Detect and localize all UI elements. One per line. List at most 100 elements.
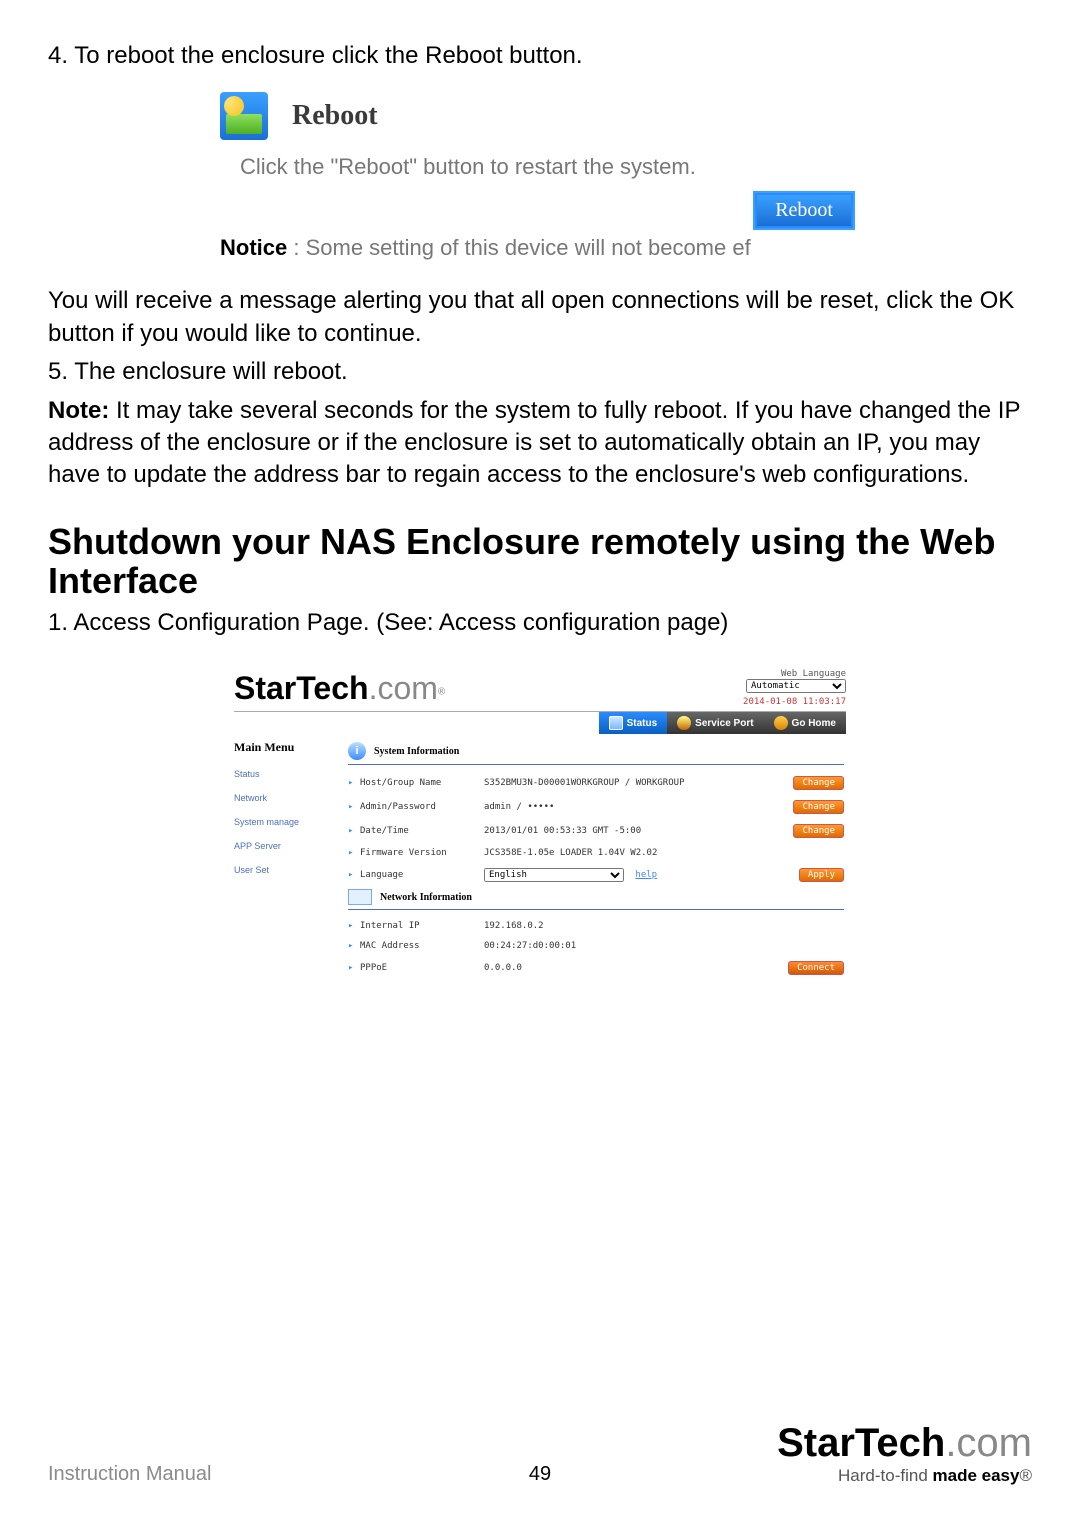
sidebar-item-user-set[interactable]: User Set	[234, 865, 330, 875]
logo-part1: StarTech	[234, 670, 369, 706]
step-5-text: 5. The enclosure will reboot.	[48, 356, 1032, 388]
date-key: Date/Time	[360, 826, 480, 836]
admin-key: Admin/Password	[360, 802, 480, 812]
note-label: Note:	[48, 397, 109, 424]
help-link[interactable]: help	[635, 870, 657, 880]
logo-reg: ®	[438, 687, 445, 698]
sidebar-item-system-manage[interactable]: System manage	[234, 817, 330, 827]
date-val: 2013/01/01 00:53:33 GMT -5:00	[484, 826, 789, 836]
row-language: ▸ Language English help Apply	[348, 863, 844, 887]
web-language-select[interactable]: Automatic	[746, 679, 846, 693]
reboot-title: Reboot	[292, 100, 378, 132]
row-firmware: ▸ Firmware Version JCS358E-1.05e LOADER …	[348, 843, 844, 863]
mac-val: 00:24:27:d0:00:01	[484, 941, 844, 951]
reboot-subtext: Click the "Reboot" button to restart the…	[240, 154, 860, 180]
home-icon	[774, 716, 788, 730]
arrow-icon: ▸	[348, 870, 356, 880]
connect-pppoe-button[interactable]: Connect	[788, 961, 844, 975]
tab-home-label: Go Home	[792, 718, 836, 729]
ip-key: Internal IP	[360, 921, 480, 931]
config-top-bar: StarTech.com® Web Language Automatic 201…	[220, 659, 860, 709]
notice-text: : Some setting of this device will not b…	[287, 235, 750, 260]
config-content: i System Information ▸ Host/Group Name S…	[340, 734, 860, 1000]
sidebar: Main Menu Status Network System manage A…	[220, 734, 340, 1000]
system-info-title: System Information	[374, 746, 459, 757]
step-1-config-text: 1. Access Configuration Page. (See: Acce…	[48, 607, 1032, 639]
footer-tagline: Hard-to-find made easy®	[777, 1466, 1032, 1486]
reboot-button-row: Reboot	[220, 190, 860, 231]
row-admin-password: ▸ Admin/Password admin / ••••• Change	[348, 795, 844, 819]
web-language-label: Web Language	[743, 669, 846, 679]
web-language-box: Web Language Automatic 2014-01-08 11:03:…	[743, 669, 846, 707]
tabs-row: Status Service Port Go Home	[220, 712, 846, 734]
tab-status-label: Status	[627, 718, 658, 729]
network-info-header: Network Information	[348, 887, 844, 910]
ip-val: 192.168.0.2	[484, 921, 844, 931]
admin-val: admin / •••••	[484, 802, 789, 812]
arrow-icon: ▸	[348, 963, 356, 973]
arrow-icon: ▸	[348, 921, 356, 931]
paragraph-after-reboot: You will receive a message alerting you …	[48, 285, 1032, 350]
footer-tag-bold: made easy	[933, 1466, 1020, 1485]
apply-language-button[interactable]: Apply	[799, 868, 844, 882]
pppoe-val: 0.0.0.0	[484, 963, 784, 973]
reboot-notice: Notice : Some setting of this device wil…	[220, 235, 860, 261]
footer-page-number: 49	[529, 1463, 551, 1486]
tab-status[interactable]: Status	[599, 712, 668, 734]
network-icon	[348, 889, 372, 905]
reboot-button[interactable]: Reboot	[754, 192, 854, 229]
note-paragraph: Note: It may take several seconds for th…	[48, 395, 1032, 492]
change-host-button[interactable]: Change	[793, 776, 844, 790]
config-body: Main Menu Status Network System manage A…	[220, 734, 860, 1000]
network-info-title: Network Information	[380, 892, 472, 903]
footer-logo: StarTech.com	[777, 1421, 1032, 1466]
info-icon: i	[348, 742, 366, 760]
fw-key: Firmware Version	[360, 848, 480, 858]
lang-key: Language	[360, 870, 480, 880]
section-heading-shutdown: Shutdown your NAS Enclosure remotely usi…	[48, 522, 1032, 601]
arrow-icon: ▸	[348, 848, 356, 858]
logo-part2: .com	[369, 670, 438, 706]
sidebar-item-app-server[interactable]: APP Server	[234, 841, 330, 851]
reboot-header: Reboot	[220, 92, 860, 140]
row-host-group: ▸ Host/Group Name S352BMU3N-D00001WORKGR…	[348, 771, 844, 795]
service-port-icon	[677, 716, 691, 730]
reboot-panel: Reboot Click the "Reboot" button to rest…	[220, 92, 860, 261]
reboot-icon	[220, 92, 268, 140]
row-pppoe: ▸ PPPoE 0.0.0.0 Connect	[348, 956, 844, 980]
tab-port-label: Service Port	[695, 718, 753, 729]
sidebar-item-network[interactable]: Network	[234, 793, 330, 803]
lang-val-wrap: English help	[484, 868, 795, 882]
arrow-icon: ▸	[348, 802, 356, 812]
system-info-header: i System Information	[348, 740, 844, 765]
notice-label: Notice	[220, 235, 287, 260]
page-footer: Instruction Manual 49 StarTech.com Hard-…	[48, 1421, 1032, 1486]
tab-service-port[interactable]: Service Port	[667, 712, 763, 734]
fw-val: JCS358E-1.05e LOADER 1.04V W2.02	[484, 848, 844, 858]
config-page: StarTech.com® Web Language Automatic 201…	[220, 659, 860, 1000]
footer-tag-pre: Hard-to-find	[838, 1466, 932, 1485]
footer-tag-reg: ®	[1019, 1466, 1032, 1485]
footer-brand: StarTech.com Hard-to-find made easy®	[777, 1421, 1032, 1486]
startech-logo: StarTech.com®	[234, 670, 445, 707]
arrow-icon: ▸	[348, 941, 356, 951]
host-val: S352BMU3N-D00001WORKGROUP / WORKGROUP	[484, 778, 789, 788]
config-timestamp: 2014-01-08 11:03:17	[743, 697, 846, 707]
status-icon	[609, 716, 623, 730]
sidebar-item-status[interactable]: Status	[234, 769, 330, 779]
change-admin-button[interactable]: Change	[793, 800, 844, 814]
arrow-icon: ▸	[348, 826, 356, 836]
sidebar-title: Main Menu	[234, 740, 330, 755]
footer-manual-label: Instruction Manual	[48, 1463, 211, 1486]
note-text: It may take several seconds for the syst…	[48, 397, 1020, 489]
language-select[interactable]: English	[484, 868, 624, 882]
footer-logo-part2: .com	[945, 1421, 1032, 1465]
change-date-button[interactable]: Change	[793, 824, 844, 838]
arrow-icon: ▸	[348, 778, 356, 788]
step-4-text: 4. To reboot the enclosure click the Reb…	[48, 40, 1032, 72]
host-key: Host/Group Name	[360, 778, 480, 788]
pppoe-key: PPPoE	[360, 963, 480, 973]
row-date-time: ▸ Date/Time 2013/01/01 00:53:33 GMT -5:0…	[348, 819, 844, 843]
tab-go-home[interactable]: Go Home	[764, 712, 846, 734]
footer-logo-part1: StarTech	[777, 1421, 945, 1465]
